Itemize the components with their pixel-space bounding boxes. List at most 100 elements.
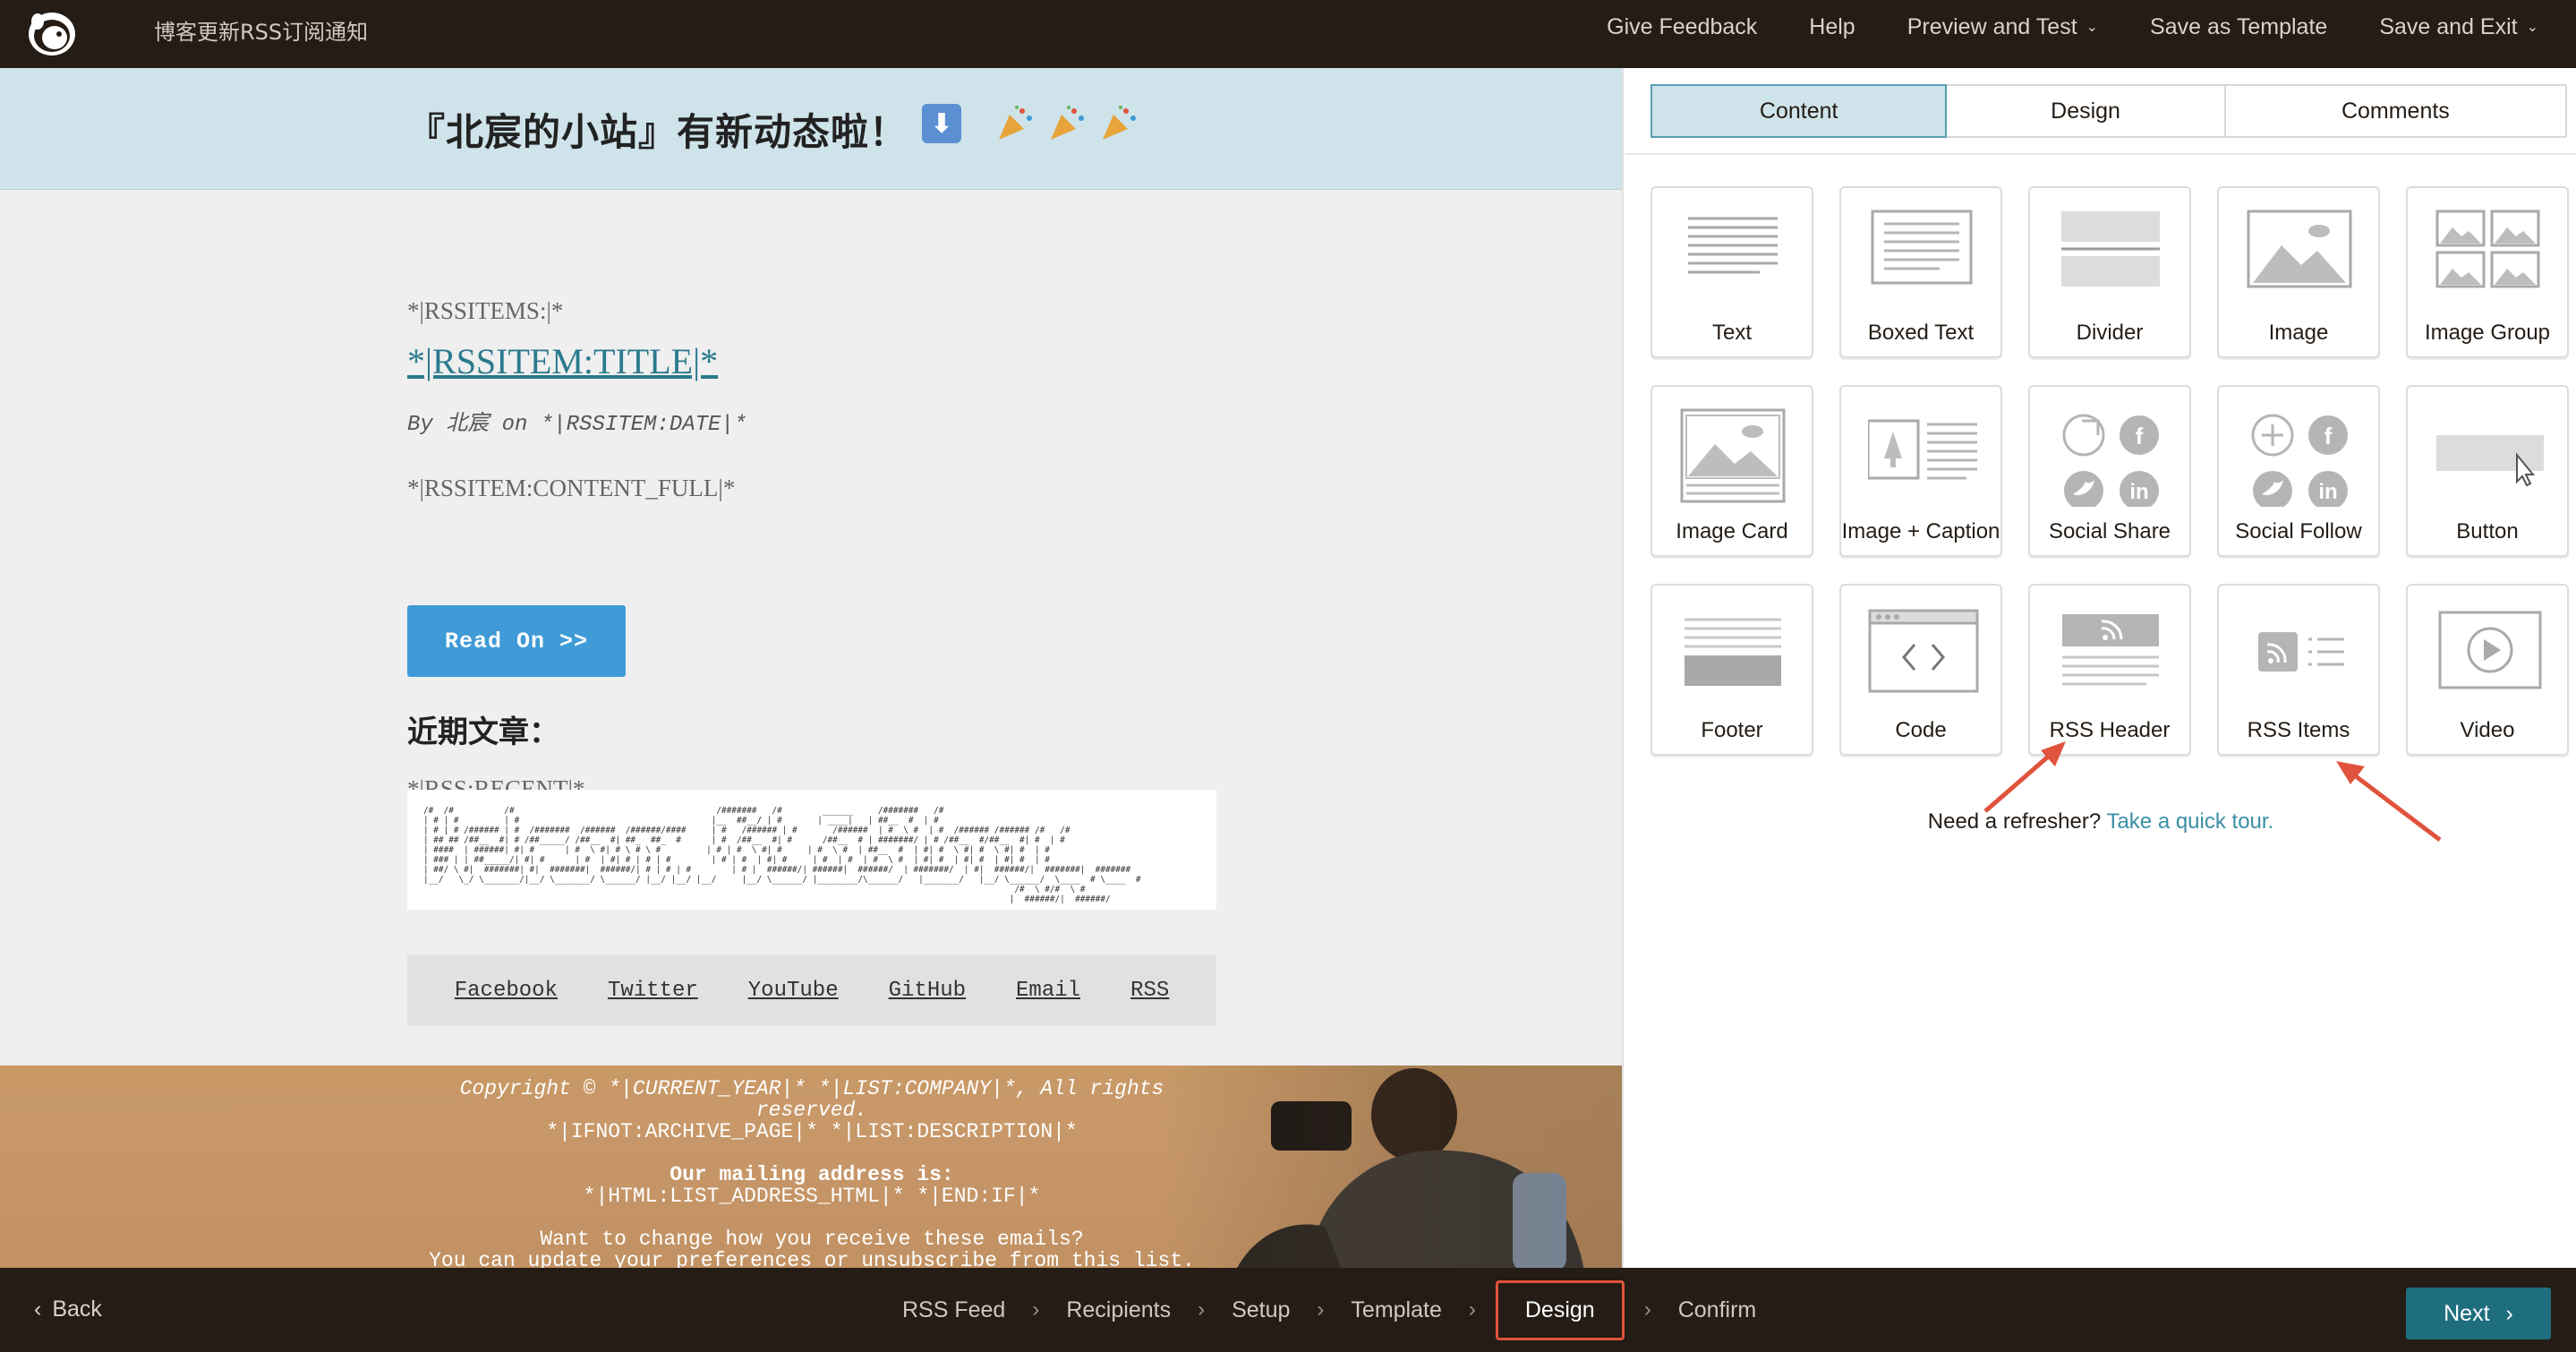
block-boxed-text[interactable]: Boxed Text [1839,186,2002,358]
mailchimp-logo-icon[interactable] [25,5,81,57]
top-nav: Give Feedback Help Preview and Test ⌄ Sa… [1555,0,2538,54]
quick-tour-link[interactable]: Take a quick tour. [2106,809,2273,834]
footer-update-line: You can update your preferences or unsub… [429,1249,1195,1268]
image-card-icon [1680,408,1786,503]
campaign-steps-breadcrumb: RSS Feed › Recipients › Setup › Template… [902,1268,1756,1352]
block-label: Footer [1701,718,1763,742]
content-blocks-grid: Text Boxed Text Divider Image Image Grou… [1651,186,2576,756]
block-social-follow[interactable]: f in Social Follow [2217,385,2380,557]
step-design[interactable]: Design [1495,1279,1625,1340]
party-popper-emoji-icon [1051,106,1084,140]
code-icon [1868,609,1979,693]
tab-content[interactable]: Content [1651,84,1948,138]
block-label: Image [2268,321,2329,345]
chevron-right-icon: › [1468,1297,1476,1322]
footer-text: Copyright © *|CURRENT_YEAR|* *|LIST:COMP… [0,1077,1622,1268]
block-image-group[interactable]: Image Group [2406,186,2569,358]
chevron-right-icon: › [1643,1297,1651,1322]
block-label: Video [2460,718,2515,742]
footer-copyright-line-2: reserved. [755,1099,868,1122]
content-blocks-panel: Content Design Comments Text Boxed Text … [1625,68,2576,1268]
block-image[interactable]: Image [2217,186,2380,358]
block-label: Image + Caption [1841,519,2000,543]
party-popper-emoji-icon [1103,106,1136,140]
svg-text:f: f [2136,423,2144,449]
footer-copyright-line: Copyright © *|CURRENT_YEAR|* *|LIST:COMP… [459,1077,1164,1100]
tab-comments[interactable]: Comments [2226,86,2565,136]
bottom-bar: ‹ Back RSS Feed › Recipients › Setup › T… [0,1268,2576,1352]
image-group-icon [2435,210,2540,288]
block-label: Social Follow [2235,519,2362,543]
tab-design[interactable]: Design [1947,86,2226,136]
party-popper-emoji-icon [999,106,1032,140]
chevron-right-icon: › [2505,1300,2513,1326]
facebook-link[interactable]: Facebook [455,979,558,1003]
footer-change-line: Want to change how you receive these ema… [540,1228,1084,1251]
block-text[interactable]: Text [1651,186,1813,358]
tab-divider [1625,153,2576,155]
read-on-button[interactable]: Read On >> [407,605,626,677]
block-label: RSS Items [2247,718,2350,742]
email-header-text[interactable]: 『北宸的小站』有新动态啦！ [407,102,908,157]
email-link[interactable]: Email [1016,979,1080,1003]
step-setup[interactable]: Setup [1232,1297,1290,1323]
ascii-art-banner[interactable]: /# /# /# /####### /# ______ /####### /# … [407,790,1216,910]
chevron-left-icon: ‹ [34,1296,42,1322]
rss-items-icon [2258,632,2344,672]
youtube-link[interactable]: YouTube [748,979,839,1003]
header-emoji-group: ⬇ [922,104,1139,143]
image-caption-icon [1868,419,1977,480]
boxed-text-icon [1871,210,1973,285]
block-label: Boxed Text [1867,321,1975,345]
block-video[interactable]: Video [2406,584,2569,756]
chevron-right-icon: › [1317,1297,1325,1322]
help-link[interactable]: Help [1809,14,1855,40]
next-button[interactable]: Next › [2406,1288,2551,1339]
block-image-card[interactable]: Image Card [1651,385,1813,557]
campaign-title: 博客更新RSS订阅通知 [154,20,369,45]
give-feedback-link[interactable]: Give Feedback [1607,14,1757,40]
rss-item-meta: By 北宸 on *|RSSITEM:DATE|* [407,413,747,437]
block-label: Image Card [1676,519,1788,543]
block-label: Button [2456,519,2519,543]
save-and-exit-menu[interactable]: Save and Exit ⌄ [2379,14,2538,40]
block-divider[interactable]: Divider [2028,186,2191,358]
block-social-share[interactable]: f in Social Share [2028,385,2191,557]
email-footer[interactable]: Copyright © *|CURRENT_YEAR|* *|LIST:COMP… [0,1065,1622,1268]
block-code[interactable]: Code [1839,584,2002,756]
divider-icon [2061,211,2160,287]
email-header-banner[interactable]: 『北宸的小站』有新动态啦！ ⬇ [0,68,1622,190]
block-footer[interactable]: Footer [1651,584,1813,756]
save-as-template-link[interactable]: Save as Template [2150,14,2327,40]
step-template[interactable]: Template [1351,1297,1441,1323]
step-recipients[interactable]: Recipients [1066,1297,1171,1323]
footer-block-icon [1685,618,1781,686]
chevron-down-icon: ⌄ [2086,20,2099,35]
footer-spacer [0,1207,1622,1228]
step-rss-feed[interactable]: RSS Feed [902,1297,1005,1323]
ascii-art-image: /# /# /# /####### /# ______ /####### /# … [423,806,1141,904]
step-confirm[interactable]: Confirm [1678,1297,1757,1323]
social-links-bar: Facebook Twitter YouTube GitHub Email RS… [407,954,1216,1026]
twitter-link[interactable]: Twitter [608,979,698,1003]
block-label: Social Share [2048,519,2171,543]
down-arrow-emoji-icon: ⬇ [922,104,961,143]
rss-item-title-link[interactable]: *|RSSITEM:TITLE|* [407,340,718,382]
recent-posts-heading: 近期文章： [407,715,559,750]
footer-archive-line: *|IFNOT:ARCHIVE_PAGE|* *|LIST:DESCRIPTIO… [546,1120,1078,1143]
button-icon [2436,435,2544,487]
block-image-caption[interactable]: Image + Caption [1839,385,2002,557]
social-share-icon: f in [2062,414,2159,507]
rss-link[interactable]: RSS [1130,979,1169,1003]
github-link[interactable]: GitHub [889,979,966,1003]
panel-tabs: Content Design Comments [1651,84,2567,138]
back-button[interactable]: ‹ Back [34,1296,102,1322]
block-rss-header[interactable]: RSS Header [2028,584,2191,756]
video-icon [2438,611,2542,689]
preview-and-test-menu[interactable]: Preview and Test ⌄ [1907,14,2098,40]
block-button[interactable]: Button [2406,385,2569,557]
block-rss-items[interactable]: RSS Items [2217,584,2380,756]
email-preview-canvas[interactable]: 『北宸的小站』有新动态啦！ ⬇ *|RSSITEMS:|* *|RSSITEM:… [0,68,1624,1268]
rss-items-tag: *|RSSITEMS:|* [407,297,564,324]
block-label: Image Group [2424,321,2551,345]
